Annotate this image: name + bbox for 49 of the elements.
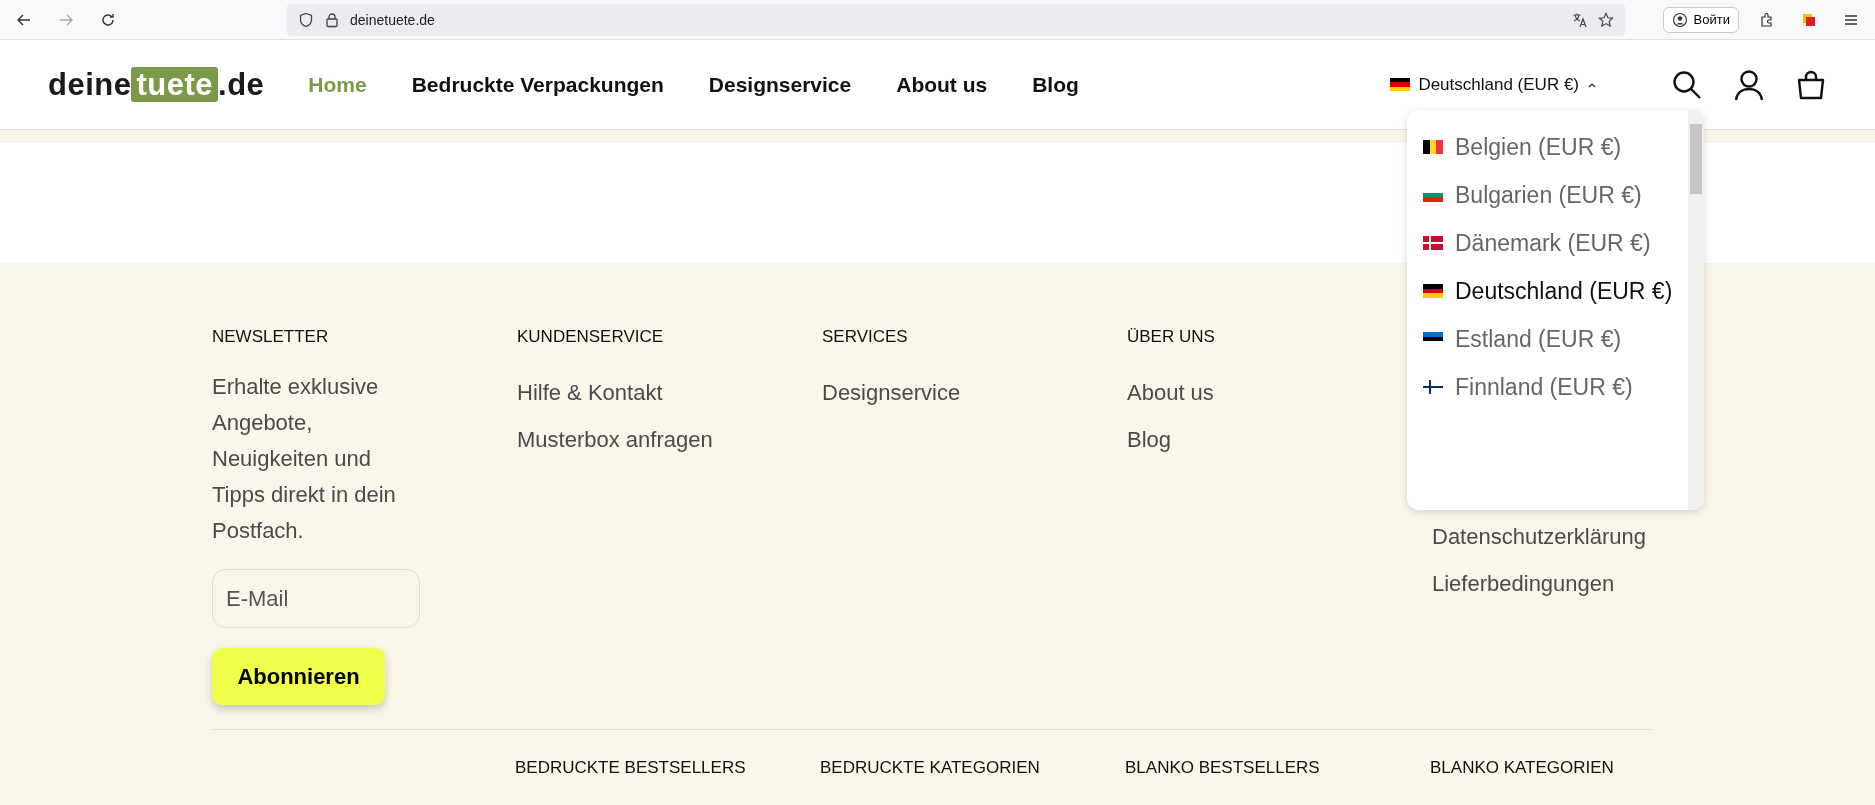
search-icon[interactable] [1671,68,1703,101]
column-heading: KUNDENSERVICE [517,327,664,347]
sign-in-button[interactable]: Войти [1662,6,1739,33]
email-field[interactable]: E-Mail [212,569,420,628]
translate-icon[interactable] [1572,11,1588,28]
country-option[interactable]: Finnland (EUR €) [1455,370,1675,404]
footer-link[interactable]: Hilfe & Kontakt [517,369,663,416]
shopping-bag-icon[interactable] [1795,68,1827,101]
extension-icon[interactable] [1801,11,1817,28]
flag-icon [1390,78,1411,91]
user-icon[interactable] [1733,68,1765,101]
nav-link[interactable]: About us [896,72,988,97]
footer-link[interactable]: Musterbox anfragen [517,416,713,463]
footer-link[interactable]: Lieferbedingungen [1432,560,1615,607]
flag-icon [1423,236,1443,250]
country-option[interactable]: Belgien (EUR €) [1455,130,1675,164]
footer-link[interactable]: Blog [1127,416,1172,463]
url-text: deinetuete.de [350,11,435,28]
site-logo[interactable]: deine tuete .de [48,66,265,103]
column-heading: BLANKO KATEGORIEN [1430,758,1615,778]
country-option[interactable]: Bulgarien (EUR €) [1455,178,1675,212]
column-heading: SERVICES [822,327,908,347]
star-icon[interactable] [1598,11,1614,28]
nav-link[interactable]: Blog [1032,72,1079,97]
footer-link[interactable]: About us [1127,369,1214,416]
subscribe-button[interactable]: Abonnieren [212,648,385,705]
account-icon [1671,11,1688,28]
column-heading: NEWSLETTER [212,327,329,347]
country-selector[interactable]: Deutschland (EUR €) [1384,73,1603,96]
footer-link[interactable]: Designservice [822,369,961,416]
column-heading: BEDRUCKTE BESTSELLERS [515,758,747,778]
column-heading: BLANKO BESTSELLERS [1125,758,1321,778]
footer-link[interactable]: Datenschutzerklärung [1432,513,1646,560]
country-option[interactable]: Deutschland (EUR €) [1455,274,1675,308]
country-option[interactable]: Dänemark (EUR €) [1455,226,1675,260]
extensions-icon[interactable] [1759,11,1775,28]
scrollbar[interactable] [1688,110,1704,510]
country-option[interactable]: Estland (EUR €) [1455,322,1675,356]
address-bar[interactable]: deinetuete.de [286,3,1626,36]
lock-icon[interactable] [324,11,340,28]
nav-link[interactable]: Bedruckte Verpackungen [411,72,664,97]
reload-icon[interactable] [100,11,116,28]
flag-icon [1423,284,1443,298]
nav-link[interactable]: Designservice [708,72,852,97]
column-heading: ÜBER UNS [1127,327,1215,347]
column-heading: BEDRUCKTE KATEGORIEN [820,758,1041,778]
flag-icon [1423,140,1443,154]
newsletter-text: Erhalte exklusive Angebote, Neuigkeiten und Tipps direkt in dein Postfach. [212,373,397,545]
shield-icon[interactable] [298,11,314,28]
